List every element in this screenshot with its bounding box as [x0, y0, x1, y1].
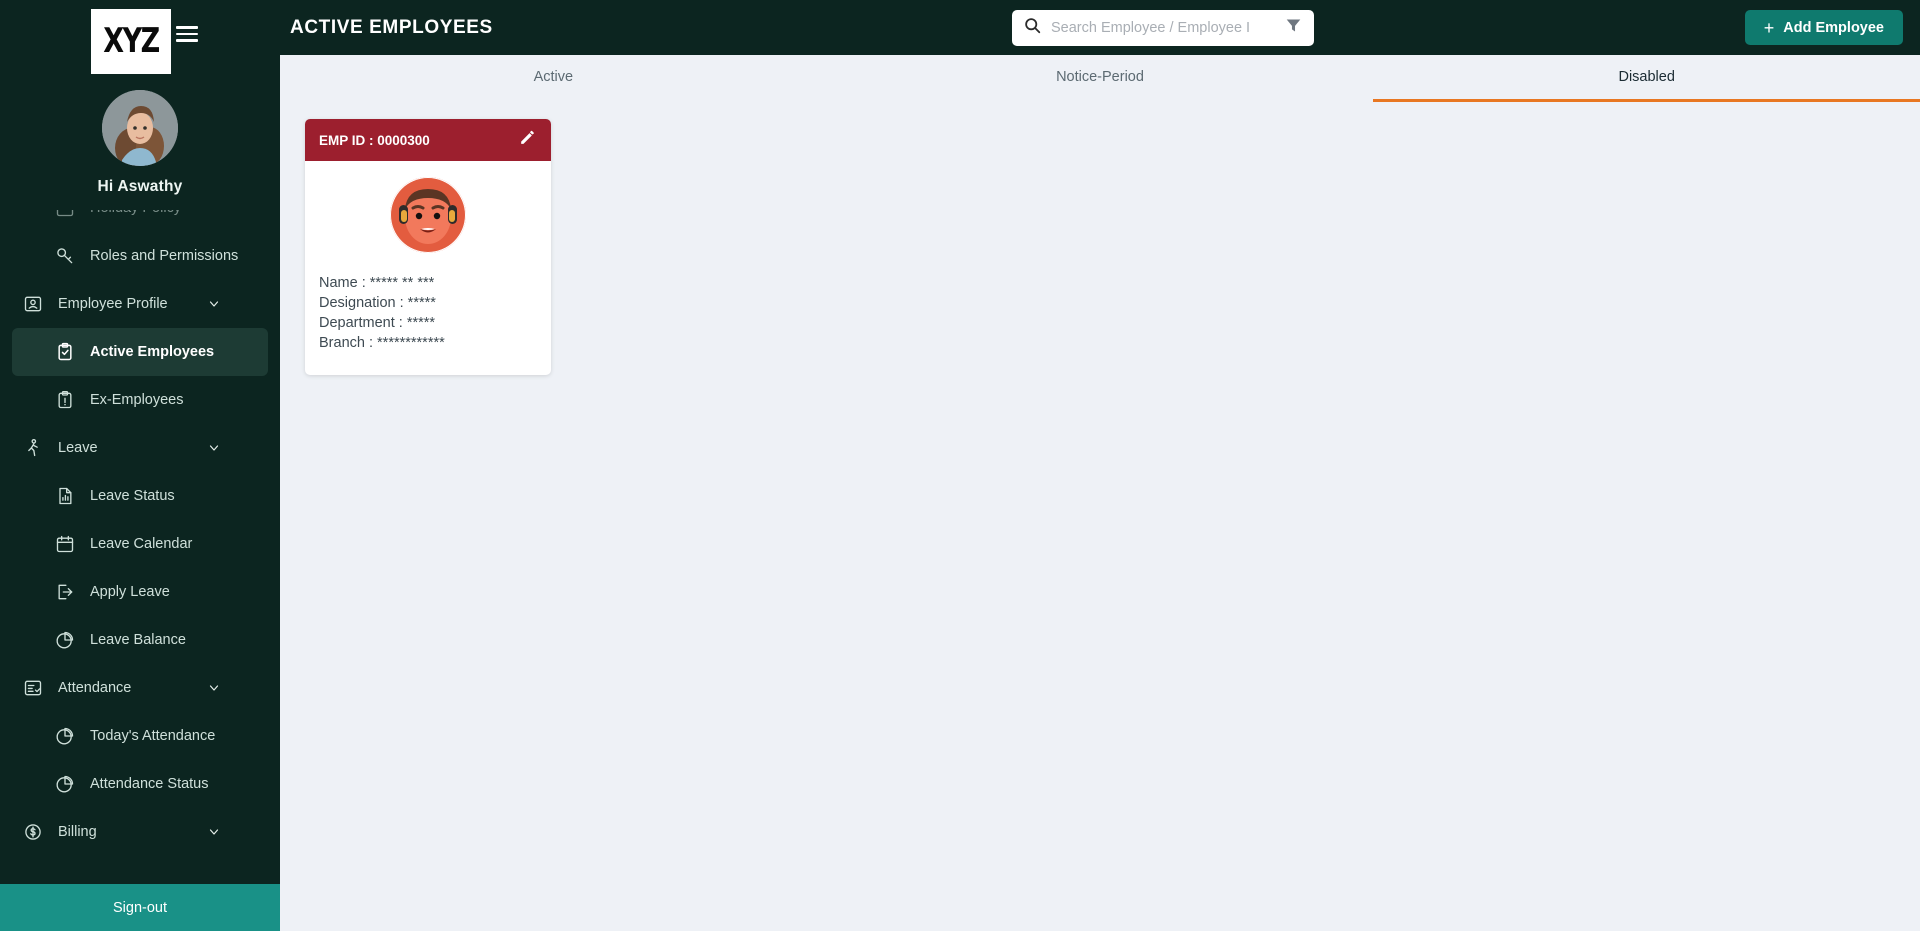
list-check-icon — [22, 677, 44, 699]
employee-field-value: ***** — [407, 295, 436, 311]
sidebar-item-label: Today's Attendance — [90, 728, 216, 744]
tab-label: Disabled — [1618, 69, 1675, 85]
search-icon — [1024, 17, 1041, 39]
pie-chart-icon — [54, 725, 76, 747]
employee-id-label: EMP ID : 0000300 — [319, 132, 430, 148]
sidebar-item-attendance[interactable]: Attendance — [0, 664, 280, 712]
employee-field: Branch : ************ — [319, 333, 537, 353]
employee-field-value: ***** — [406, 315, 436, 331]
sidebar: XYZ Hi Aswathy Roles and Permissions Emp… — [0, 0, 280, 931]
key-icon — [54, 245, 76, 267]
sidebar-item-label: Leave — [58, 440, 98, 456]
walking-person-icon — [22, 437, 44, 459]
sidebar-item-label: Attendance Status — [90, 776, 209, 792]
exit-arrow-icon — [54, 581, 76, 603]
tab-label: Active — [533, 69, 574, 85]
content-area: EMP ID : 0000300 Name : ***** ** *** Desig… — [280, 102, 1920, 931]
sidebar-item-label: Apply Leave — [90, 584, 170, 600]
sidebar-item-leave-balance[interactable]: Leave Balance — [0, 616, 280, 664]
page-title: ACTIVE EMPLOYEES — [290, 16, 493, 38]
sidebar-item-apply-leave[interactable]: Apply Leave — [0, 568, 280, 616]
funnel-filter-icon[interactable] — [1285, 17, 1302, 39]
clipboard-alert-icon — [54, 389, 76, 411]
pie-chart-icon — [54, 773, 76, 795]
user-profile: Hi Aswathy — [0, 82, 280, 196]
sidebar-nav: Holiday Policy Roles and Permissions Emplo… — [0, 210, 280, 850]
add-employee-label: Add Employee — [1783, 19, 1884, 36]
dollar-circle-icon — [22, 821, 44, 843]
app-logo[interactable]: XYZ — [91, 8, 171, 74]
search-box[interactable] — [1012, 10, 1314, 46]
sidebar-item-active-employees[interactable]: Active Employees — [12, 328, 268, 376]
sidebar-item-leave[interactable]: Leave — [0, 424, 280, 472]
employee-field: Name : ***** ** *** — [319, 273, 537, 293]
main-area: ACTIVE EMPLOYEES + Add Employee Active No… — [280, 0, 1920, 931]
avatar[interactable] — [102, 90, 178, 166]
id-card-icon — [22, 293, 44, 315]
sidebar-item-leave-calendar[interactable]: Leave Calendar — [0, 520, 280, 568]
add-employee-button[interactable]: + Add Employee — [1744, 10, 1903, 45]
employee-field-label: Designation : — [319, 295, 404, 311]
employee-card-header: EMP ID : 0000300 — [305, 119, 551, 161]
employee-field: Department : ***** — [319, 313, 537, 333]
sidebar-item-label: Active Employees — [90, 344, 215, 360]
logo-text: XYZ — [103, 21, 160, 61]
sidebar-item-label: Employee Profile — [58, 296, 168, 312]
sidebar-item-today-s-attendance[interactable]: Today's Attendance — [0, 712, 280, 760]
sidebar-item-label: Roles and Permissions — [90, 248, 239, 264]
sidebar-item-holiday-policy[interactable]: Holiday Policy — [0, 210, 280, 232]
plus-icon: + — [1763, 17, 1775, 38]
sidebar-item-label: Holiday Policy — [90, 210, 181, 216]
employee-field-label: Name : — [319, 275, 366, 291]
sidebar-item-leave-status[interactable]: Leave Status — [0, 472, 280, 520]
greeting-text: Hi Aswathy — [97, 178, 183, 195]
sidebar-item-billing[interactable]: Billing — [0, 808, 280, 850]
top-bar: ACTIVE EMPLOYEES + Add Employee — [280, 0, 1920, 55]
pencil-edit-icon[interactable] — [518, 128, 537, 152]
tab-label: Notice-Period — [1056, 69, 1144, 85]
employee-card-body: Name : ***** ** *** Designation : ***** De… — [305, 161, 551, 375]
employee-card[interactable]: EMP ID : 0000300 Name : ***** ** *** Desig… — [305, 119, 551, 375]
employee-photo — [390, 177, 466, 253]
chevron-down-icon[interactable] — [208, 442, 220, 454]
employee-field-label: Department : — [319, 315, 403, 331]
employee-status-tabs: Active Notice-Period Disabled — [280, 55, 1920, 102]
sign-out-button[interactable]: Sign-out — [0, 884, 280, 931]
sidebar-item-ex-employees[interactable]: Ex-Employees — [0, 376, 280, 424]
employee-field-value: ***** ** *** — [369, 275, 435, 291]
calendar-icon — [54, 533, 76, 555]
employee-field-label: Branch : — [319, 335, 373, 351]
pie-chart-icon — [54, 629, 76, 651]
employee-field-value: ************ — [377, 335, 445, 351]
sidebar-item-label: Leave Balance — [90, 632, 186, 648]
sidebar-brand-row: XYZ — [0, 0, 280, 82]
chevron-down-icon[interactable] — [208, 298, 220, 310]
sidebar-item-label: Billing — [58, 824, 97, 840]
sidebar-item-employee-profile[interactable]: Employee Profile — [0, 280, 280, 328]
document-chart-icon — [54, 485, 76, 507]
employee-field: Designation : ***** — [319, 293, 537, 313]
sidebar-item-label: Leave Calendar — [90, 536, 193, 552]
search-input[interactable] — [1051, 20, 1275, 36]
tab-disabled[interactable]: Disabled — [1373, 55, 1920, 102]
hamburger-icon[interactable] — [176, 26, 198, 42]
tab-active[interactable]: Active — [280, 55, 827, 102]
sidebar-item-roles-and-permissions[interactable]: Roles and Permissions — [0, 232, 280, 280]
sign-out-label: Sign-out — [112, 899, 167, 916]
chevron-down-icon[interactable] — [208, 682, 220, 694]
sidebar-item-label: Attendance — [58, 680, 132, 696]
chevron-down-icon[interactable] — [208, 826, 220, 838]
sidebar-item-attendance-status[interactable]: Attendance Status — [0, 760, 280, 808]
clipboard-check-icon — [54, 341, 76, 363]
sidebar-item-label: Ex-Employees — [90, 392, 184, 408]
app-root: XYZ Hi Aswathy Roles and Permissions Emp… — [0, 0, 1920, 931]
sidebar-item-label: Leave Status — [90, 488, 175, 504]
calendar-icon — [54, 210, 76, 219]
tab-notice-period[interactable]: Notice-Period — [827, 55, 1374, 102]
